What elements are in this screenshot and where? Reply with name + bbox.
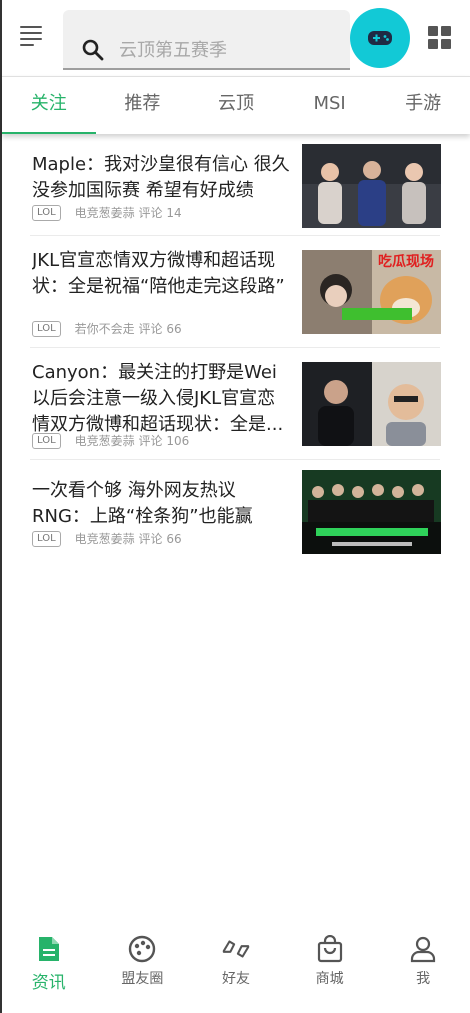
window-edge: [0, 0, 2, 1013]
news-item[interactable]: Canyon：最关注的打野是Wei 以后会注意一级入侵JKL官宣恋情双方微博和超…: [30, 348, 441, 460]
game-tag: LOL: [32, 320, 61, 337]
bottom-navigation: 资讯 盟友圈 好友 商城 我: [2, 928, 470, 1013]
nav-label: 资讯: [31, 973, 66, 993]
news-list: Maple：我对沙皇很有信心 很久没参加国际赛 希望有好成绩 LOL 电竞葱姜蒜…: [30, 140, 441, 560]
gamepad-button[interactable]: [350, 8, 410, 68]
news-meta: LOL 电竞葱姜蒜 评论 106: [32, 432, 189, 449]
news-comments: 评论 66: [138, 322, 182, 336]
news-meta: LOL 电竞葱姜蒜 评论 14: [32, 204, 182, 221]
news-title: Maple：我对沙皇很有信心 很久没参加国际赛 希望有好成绩: [32, 154, 290, 201]
tab-follow[interactable]: 关注: [2, 77, 96, 134]
game-tag: LOL: [32, 204, 61, 221]
nav-profile[interactable]: 我: [376, 928, 470, 1013]
search-input[interactable]: [119, 36, 339, 64]
news-meta: LOL 若你不会走 评论 66: [32, 320, 182, 337]
game-tag: LOL: [32, 530, 61, 547]
news-title: 一次看个够 海外网友热议RNG：上路“栓条狗”也能赢: [32, 480, 253, 527]
category-tabs: 关注 推荐 云顶 MSI 手游: [2, 76, 470, 134]
search-icon: [82, 39, 104, 61]
news-source: 电竞葱姜蒜: [74, 434, 135, 448]
news-meta: LOL 电竞葱姜蒜 评论 66: [32, 530, 182, 547]
top-bar: [2, 0, 470, 76]
thumbnail-caption: 吃瓜现场: [378, 253, 434, 270]
news-source: 电竞葱姜蒜: [74, 532, 135, 546]
news-item[interactable]: 一次看个够 海外网友热议RNG：上路“栓条狗”也能赢 LOL 电竞葱姜蒜 评论 …: [30, 460, 441, 560]
nav-news[interactable]: 资讯: [2, 928, 96, 1013]
news-source: 电竞葱姜蒜: [74, 206, 135, 220]
news-title: Canyon：最关注的打野是Wei 以后会注意一级入侵JKL官宣恋情双方微博和超…: [32, 362, 284, 435]
news-thumbnail: [302, 144, 441, 228]
news-comments: 评论 106: [138, 434, 190, 448]
news-item[interactable]: JKL官宣恋情双方微博和超话现状：全是祝福“陪他走完这段路” LOL 若你不会走…: [30, 236, 441, 348]
game-tag: LOL: [32, 432, 61, 449]
nav-community[interactable]: 盟友圈: [96, 928, 190, 1013]
document-icon: [34, 934, 64, 964]
nav-label: 商城: [315, 971, 344, 987]
nav-store[interactable]: 商城: [283, 928, 377, 1013]
handshake-icon: [221, 934, 251, 964]
news-comments: 评论 14: [138, 206, 182, 220]
menu-icon[interactable]: [20, 26, 46, 48]
palette-icon: [127, 934, 157, 964]
nav-label: 盟友圈: [121, 971, 164, 987]
tab-mobile[interactable]: 手游: [376, 77, 470, 134]
apps-grid-icon[interactable]: [428, 26, 452, 50]
tab-recommend[interactable]: 推荐: [96, 77, 190, 134]
nav-label: 好友: [221, 971, 250, 987]
news-thumbnail: [302, 362, 441, 446]
tab-msi[interactable]: MSI: [283, 77, 377, 134]
nav-friends[interactable]: 好友: [189, 928, 283, 1013]
news-thumbnail: 吃瓜现场: [302, 250, 441, 334]
news-title: JKL官宣恋情双方微博和超话现状：全是祝福“陪他走完这段路”: [32, 250, 285, 297]
shopping-bag-icon: [315, 934, 345, 964]
news-thumbnail: [302, 470, 441, 554]
nav-label: 我: [416, 971, 431, 987]
news-item[interactable]: Maple：我对沙皇很有信心 很久没参加国际赛 希望有好成绩 LOL 电竞葱姜蒜…: [30, 140, 441, 236]
tab-tft[interactable]: 云顶: [189, 77, 283, 134]
news-comments: 评论 66: [138, 532, 182, 546]
gamepad-icon: [368, 31, 392, 45]
search-box[interactable]: [63, 10, 350, 70]
person-icon: [408, 934, 438, 964]
news-source: 若你不会走: [74, 322, 135, 336]
